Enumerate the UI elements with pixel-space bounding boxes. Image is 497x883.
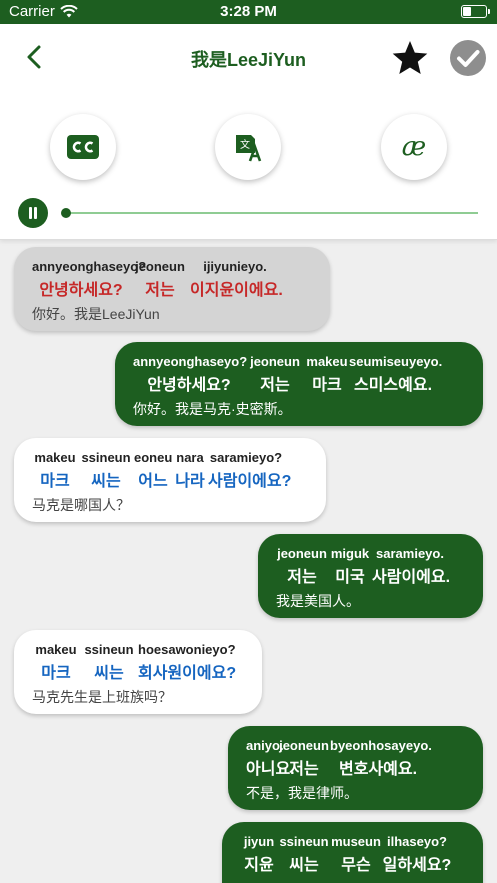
romanized-word[interactable]: ssineun xyxy=(278,834,330,849)
clock: 3:28 PM xyxy=(220,3,277,20)
romanized-word[interactable]: ssineun xyxy=(78,450,134,465)
romanized-word[interactable]: saramieyo? xyxy=(208,450,284,465)
pause-button[interactable] xyxy=(18,198,48,228)
korean-row: 안녕하세요? 저는 이지윤이에요. xyxy=(32,276,312,300)
korean-word[interactable]: 저는 xyxy=(278,755,330,779)
message-bubble[interactable]: makeu ssineun eoneu nara saramieyo? 마크 씨는 어느 나라 사… xyxy=(14,438,326,522)
korean-word[interactable]: 스미스예요. xyxy=(349,371,437,395)
translation-text: 你好。我是LeeJiYun xyxy=(32,306,160,322)
favorite-star-icon[interactable] xyxy=(391,39,429,77)
romanized-word[interactable]: jeoneun xyxy=(278,738,330,753)
korean-row: 마크 씨는 회사원이에요? xyxy=(32,659,244,683)
korean-word[interactable]: 안녕하세요? xyxy=(32,276,130,300)
romanized-word[interactable]: eoneu xyxy=(134,450,172,465)
captions-button[interactable] xyxy=(50,114,116,180)
romanization-row: annyeonghaseyo? jeoneun ijiyunieyo. xyxy=(32,259,312,274)
romanized-word[interactable]: annyeonghaseyo? xyxy=(133,354,247,369)
korean-word[interactable]: 저는 xyxy=(245,371,305,395)
korean-row: 마크 씨는 어느 나라 사람이에요? xyxy=(32,467,308,491)
romanization-row: aniyo. jeoneun byeonhosayeyo. xyxy=(246,738,465,753)
romanization-row: jiyun ssineun museun ilhaseyo? xyxy=(240,834,465,849)
translate-icon: 文 xyxy=(236,135,262,162)
romanized-word[interactable]: jeoneun xyxy=(276,546,328,561)
korean-word[interactable]: 저는 xyxy=(276,563,328,587)
cc-icon xyxy=(67,135,99,159)
romanized-word[interactable]: makeu xyxy=(305,354,349,369)
svg-text:文: 文 xyxy=(240,138,250,151)
pronunciation-button[interactable]: æ xyxy=(381,114,447,180)
message-bubble[interactable]: annyeonghaseyo? jeoneun ijiyunieyo. 안녕하세요? 저… xyxy=(14,247,330,331)
romanized-word[interactable]: jiyun xyxy=(240,834,278,849)
romanized-word[interactable]: ijiyunieyo. xyxy=(190,259,280,274)
message-bubble[interactable]: aniyo. jeoneun byeonhosayeyo. 아니요. 저는 변호사예요. 不… xyxy=(228,726,483,810)
romanized-word[interactable]: nara xyxy=(172,450,208,465)
progress-knob[interactable] xyxy=(61,208,71,218)
translation-text: 你好。我是马克·史密斯。 xyxy=(133,401,292,417)
korean-word[interactable]: 나라 xyxy=(172,467,208,491)
korean-word[interactable]: 회사원이에요? xyxy=(138,659,236,683)
translation-text: 我是美国人。 xyxy=(276,593,360,609)
korean-row: 저는 미국 사람이에요. xyxy=(276,563,465,587)
lesson-header: 我是LeeJiYun 文 æ xyxy=(0,24,497,240)
korean-word[interactable]: 씨는 xyxy=(278,851,330,875)
status-bar: Carrier 3:28 PM xyxy=(0,0,497,24)
complete-check-icon[interactable] xyxy=(449,39,487,77)
romanized-word[interactable]: jeoneun xyxy=(245,354,305,369)
korean-word[interactable]: 미국 xyxy=(328,563,372,587)
romanized-word[interactable]: ssineun xyxy=(80,642,138,657)
romanized-word[interactable]: seumiseuyeyo. xyxy=(349,354,442,369)
korean-row: 아니요. 저는 변호사예요. xyxy=(246,755,465,779)
korean-word[interactable]: 아니요. xyxy=(246,755,295,779)
romanized-word[interactable]: annyeonghaseyo? xyxy=(32,259,146,274)
romanization-row: annyeonghaseyo? jeoneun makeu seumiseuyeyo. xyxy=(133,354,465,369)
korean-word[interactable]: 안녕하세요? xyxy=(133,371,245,395)
korean-word[interactable]: 씨는 xyxy=(80,659,138,683)
message-bubble[interactable]: makeu ssineun hoesawonieyo? 마크 씨는 회사원이에요? 马克先生… xyxy=(14,630,262,714)
romanized-word[interactable]: byeonhosayeyo. xyxy=(330,738,432,753)
korean-word[interactable]: 변호사예요. xyxy=(330,755,426,779)
romanization-row: makeu ssineun hoesawonieyo? xyxy=(32,642,244,657)
ae-icon: æ xyxy=(401,132,427,162)
korean-word[interactable]: 사람이에요. xyxy=(372,563,450,587)
message-bubble[interactable]: annyeonghaseyo? jeoneun makeu seumiseuyeyo.… xyxy=(115,342,483,426)
message-bubble[interactable]: jeoneun miguk saramieyo. 저는 미국 사람이에요. 我是美国人。 xyxy=(258,534,483,618)
korean-word[interactable]: 마크 xyxy=(305,371,349,395)
progress-track[interactable] xyxy=(66,212,478,214)
romanized-word[interactable]: hoesawonieyo? xyxy=(138,642,236,657)
korean-word[interactable]: 일하세요? xyxy=(382,851,452,875)
romanization-row: jeoneun miguk saramieyo. xyxy=(276,546,465,561)
korean-word[interactable]: 무슨 xyxy=(330,851,382,875)
romanized-word[interactable]: makeu xyxy=(32,450,78,465)
korean-word[interactable]: 지윤 xyxy=(240,851,278,875)
translation-text: 马克是哪国人？ xyxy=(32,497,130,513)
romanized-word[interactable]: jeoneun xyxy=(130,259,190,274)
romanized-word[interactable]: makeu xyxy=(32,642,80,657)
message-bubble[interactable]: jiyun ssineun museun ilhaseyo? 지윤 씨는 무슨 일하세요? xyxy=(222,822,483,883)
korean-row: 안녕하세요? 저는 마크 스미스예요. xyxy=(133,371,465,395)
romanized-word[interactable]: saramieyo. xyxy=(372,546,448,561)
romanized-word[interactable]: miguk xyxy=(328,546,372,561)
romanization-row: makeu ssineun eoneu nara saramieyo? xyxy=(32,450,308,465)
translation-text: 马克先生是上班族吗？ xyxy=(32,689,172,705)
korean-row: 지윤 씨는 무슨 일하세요? xyxy=(240,851,465,875)
korean-word[interactable]: 이지윤이에요. xyxy=(190,276,283,300)
korean-word[interactable]: 저는 xyxy=(130,276,190,300)
korean-word[interactable]: 마크 xyxy=(32,467,78,491)
battery-icon xyxy=(461,5,490,18)
korean-word[interactable]: 마크 xyxy=(32,659,80,683)
translate-button[interactable]: 文 xyxy=(215,114,281,180)
translation-text: 不是，我是律师。 xyxy=(246,785,358,801)
romanized-word[interactable]: museun xyxy=(330,834,382,849)
korean-word[interactable]: 사람이에요? xyxy=(208,467,291,491)
korean-word[interactable]: 씨는 xyxy=(78,467,134,491)
korean-word[interactable]: 어느 xyxy=(134,467,172,491)
romanized-word[interactable]: aniyo. xyxy=(246,738,284,753)
romanized-word[interactable]: ilhaseyo? xyxy=(382,834,452,849)
